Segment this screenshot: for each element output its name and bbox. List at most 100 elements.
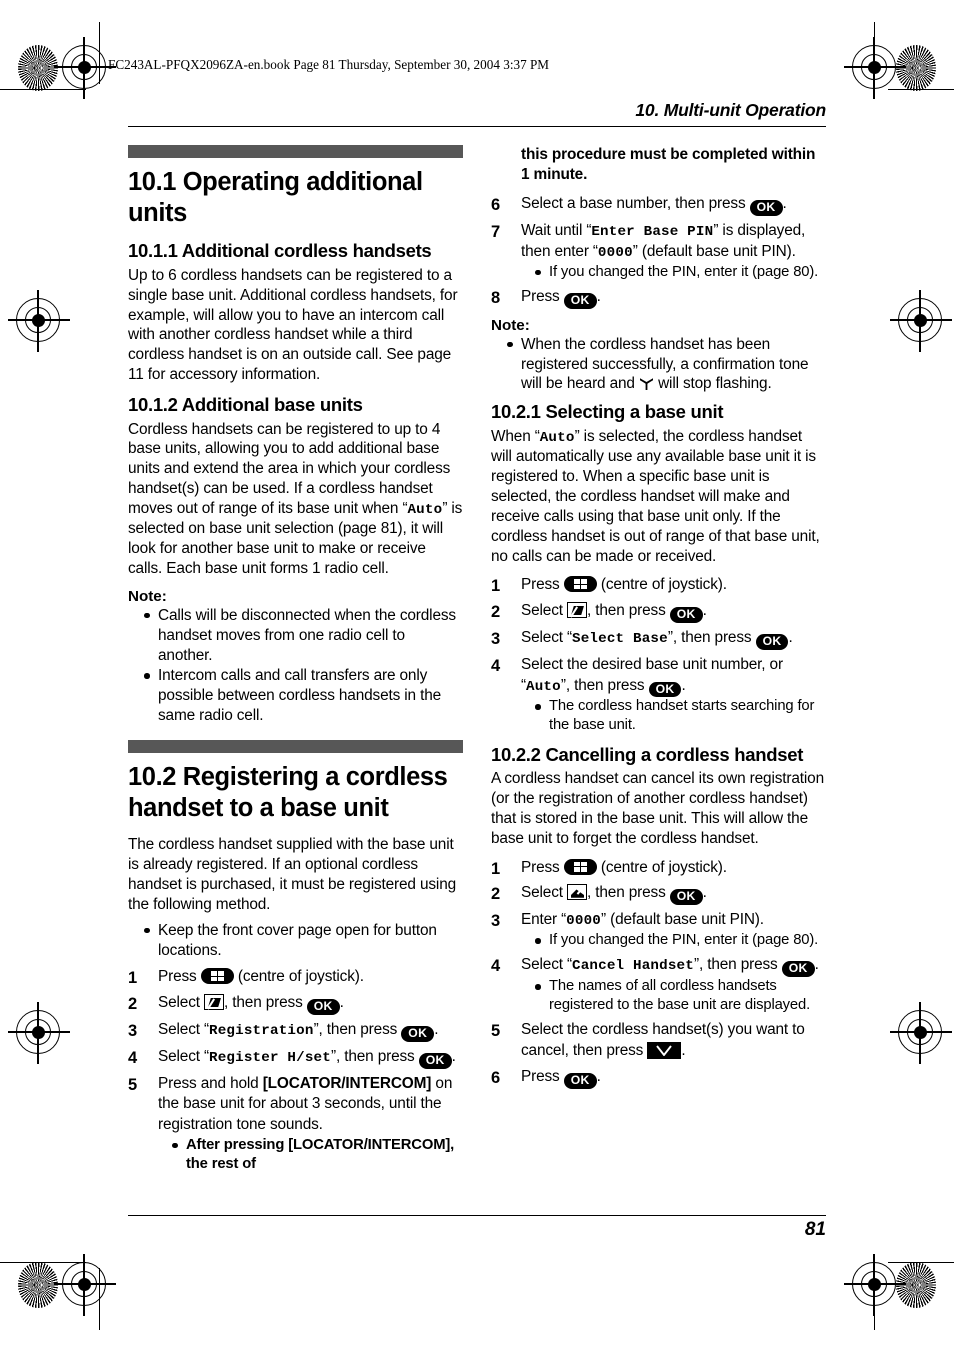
heading-10-1-2: 10.1.2 Additional base units [128, 393, 363, 415]
starburst-mark-top-left [18, 45, 58, 91]
joystick-centre-icon [563, 858, 597, 875]
ok-button-icon: OK [648, 681, 682, 698]
step-text-mid: , then press [587, 602, 670, 620]
crop-line-bottom-left-horizontal [0, 1262, 86, 1264]
joystick-centre-icon [200, 968, 234, 985]
step-7: 7 Wait until “Enter Base PIN” is displaye… [491, 221, 826, 282]
list-item: The cordless handset starts searching fo… [535, 697, 826, 735]
ok-button-icon: OK [401, 1025, 435, 1042]
note-item: When the cordless handset has been regis… [507, 335, 826, 395]
step-1: 1 Press (centre of joystick). [491, 575, 826, 596]
ok-button-icon: OK [669, 607, 703, 623]
file-info-line: FC243AL-PFQX2096ZA-en.book Page 81 Thurs… [108, 57, 550, 72]
step-text-mid: , then press [224, 994, 307, 1012]
ok-button-icon: OK [781, 961, 815, 978]
paragraph-10-1-2-part1: Cordless handsets can be registered to u… [128, 420, 451, 517]
step-text-post: . [681, 1042, 686, 1060]
lcd-text-enter-base-pin: Enter Base PIN [591, 223, 714, 240]
note-label-left: Note: [128, 587, 167, 605]
note-list-left: Calls will be disconnected when the cord… [128, 606, 463, 726]
step-number: 2 [491, 885, 501, 904]
lcd-text-pin: 0000 [566, 913, 601, 930]
registration-mark-mid2-left [8, 1002, 70, 1064]
continued-bold-text: this procedure must be completed within … [521, 146, 816, 183]
step-7-sub-bullets: If you changed the PIN, enter it (page 8… [521, 263, 826, 282]
step-number: 3 [491, 912, 501, 931]
key-label-locator-intercom: [LOCATOR/INTERCOM] [288, 1136, 451, 1153]
step-text-post: . [596, 287, 601, 305]
step-6: 6 Select a base number, then press OK. [491, 194, 826, 216]
lcd-text-auto: Auto [539, 429, 575, 446]
step-text-pre: Select “ [521, 628, 572, 646]
page-content: 10. Multi-unit Operation 10.1 Operating … [128, 100, 826, 1260]
step-4: 4 Select “Register H/set”, then press OK. [128, 1047, 463, 1069]
step-4-sub-bullets: The cordless handset starts searching fo… [521, 697, 826, 735]
prestep-bullets-left: Keep the front cover page open for butto… [128, 921, 463, 961]
step-text-post: . [451, 1047, 456, 1065]
step-6: 6 Press OK. [491, 1067, 826, 1089]
step-text-pre: Select [158, 994, 205, 1012]
step-4-sub-bullets: The names of all cordless handsets regis… [521, 977, 826, 1015]
steps-continued: 6 Select a base number, then press OK. 7 W… [491, 194, 826, 309]
step-text-pre: Press [521, 576, 564, 594]
step-text-post: . [702, 602, 707, 620]
step-text-post: (centre of joystick). [596, 576, 727, 594]
lcd-text-pin: 0000 [597, 244, 633, 261]
lcd-text-cancel-handset: Cancel Handset [571, 958, 694, 975]
crop-line-right-vertical-bottom [874, 1268, 876, 1330]
heading-10-2-1: 10.2.1 Selecting a base unit [491, 401, 724, 423]
step-text-post: . [434, 1020, 439, 1038]
right-column: this procedure must be completed within … [491, 145, 826, 1097]
step-3-sub-bullets: If you changed the PIN, enter it (page 8… [521, 931, 826, 950]
step-5: 5 Select the cordless handset(s) you want… [491, 1020, 826, 1062]
list-item: After pressing [LOCATOR/INTERCOM], the r… [172, 1136, 463, 1174]
steps-10-2-2: 1 Press (centre of joystick). 2 Select , t… [491, 858, 826, 1089]
step-text-pre: Press [158, 968, 201, 986]
step-text-pre: Select “ [521, 956, 572, 974]
two-column-layout: 10.1 Operating additional units 10.1.1 A… [128, 145, 826, 1182]
paragraph-10-2-2: A cordless handset can cancel its own re… [491, 770, 824, 847]
heading-10-2: 10.2 Registering a cordless handset to a… [128, 762, 448, 823]
step-4: 4 Select “Cancel Handset”, then press OK.… [491, 955, 826, 1015]
registration-mark-mid2-right [890, 1002, 952, 1064]
list-item: The names of all cordless handsets regis… [535, 977, 826, 1015]
step-text-pre: Press [521, 858, 564, 876]
step-number: 7 [491, 222, 501, 241]
step-8: 8 Press OK. [491, 287, 826, 309]
starburst-mark-top-right [896, 45, 936, 91]
crop-line-right-vertical [874, 22, 876, 84]
section-bar-10-1 [128, 145, 463, 158]
step-text-post: (centre of joystick). [596, 858, 727, 876]
step-number: 5 [128, 1075, 138, 1094]
paragraph-10-1-1: Up to 6 cordless handsets can be registe… [128, 266, 458, 384]
joystick-centre-icon [563, 576, 597, 593]
heading-10-2-2: 10.2.2 Cancelling a cordless handset [491, 743, 804, 765]
step-number: 6 [491, 195, 501, 214]
page-number: 81 [804, 1219, 826, 1240]
note-item: Calls will be disconnected when the cord… [144, 606, 463, 666]
step-text-post: . [681, 676, 686, 694]
step-2: 2 Select , then press OK. [128, 993, 463, 1015]
step-number: 2 [128, 995, 138, 1014]
steps-10-2: 1 Press (centre of joystick). 2 Select , t… [128, 967, 463, 1174]
step-text-pre: Select [521, 884, 568, 902]
heading-10-1-1: 10.1.1 Additional cordless handsets [128, 240, 432, 262]
lcd-text-auto: Auto [407, 501, 443, 518]
step-text-pre: Select a base number, then press [521, 194, 750, 212]
lcd-text-register-hset: Register H/set [208, 1049, 331, 1066]
step-3: 3 Select “Registration”, then press OK. [128, 1020, 463, 1042]
running-head: 10. Multi-unit Operation [635, 100, 826, 120]
ok-button-icon: OK [755, 633, 789, 650]
heading-10-1: 10.1 Operating additional units [128, 168, 423, 228]
step-text-post: . [702, 884, 707, 902]
paragraph-10-1-2: Cordless handsets can be registered to u… [128, 420, 463, 579]
paragraph-part1: When “ [491, 427, 540, 445]
step-number: 3 [128, 1021, 138, 1040]
starburst-mark-bottom-right [896, 1262, 936, 1308]
step-text-mid: ”, then press [330, 1047, 419, 1065]
softkey-photo-icon [567, 884, 588, 901]
registration-mark-mid-left [8, 290, 70, 352]
step-number: 4 [491, 656, 501, 675]
step-text-mid: ”, then press [667, 628, 756, 646]
step-2: 2 Select , then press OK. [491, 601, 826, 623]
